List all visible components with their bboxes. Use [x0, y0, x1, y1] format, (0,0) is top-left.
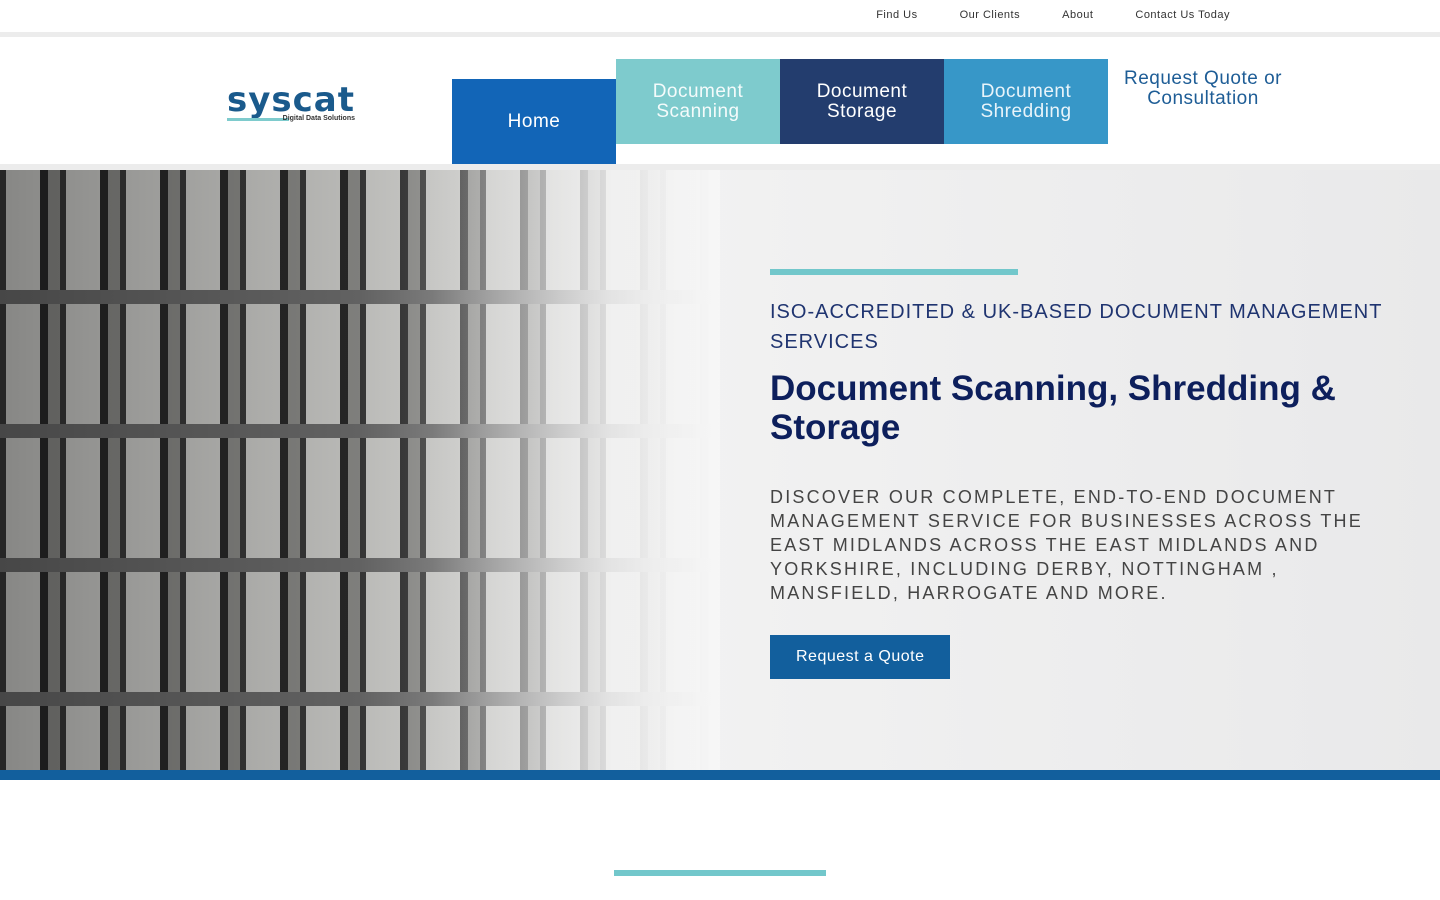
link-about[interactable]: About: [1062, 9, 1093, 21]
nav-document-storage[interactable]: Document Storage: [780, 59, 944, 144]
link-our-clients[interactable]: Our Clients: [960, 9, 1021, 21]
top-bar: Find Us Our Clients About Contact Us Tod…: [0, 0, 1440, 32]
logo-bar: [227, 118, 289, 121]
hero-archive-shelves-image: [0, 170, 720, 770]
section-accent-line: [614, 870, 826, 876]
link-contact-us[interactable]: Contact Us Today: [1135, 9, 1230, 21]
request-quote-button[interactable]: Request a Quote: [770, 635, 951, 679]
image-shade: [0, 170, 720, 770]
accent-line: [770, 269, 1018, 275]
hero-description: DISCOVER OUR COMPLETE, END-TO-END DOCUME…: [770, 487, 1363, 603]
top-links: Find Us Our Clients About Contact Us Tod…: [876, 9, 1230, 21]
main-nav: Home Document Scanning Document Storage …: [452, 59, 1298, 164]
nav-document-shredding[interactable]: Document Shredding: [944, 59, 1108, 144]
hero-eyebrow: ISO-ACCREDITED & UK-BASED DOCUMENT MANAG…: [770, 301, 1383, 353]
logo-tagline: Digital Data Solutions: [282, 115, 355, 122]
nav-request-quote[interactable]: Request Quote or Consultation: [1108, 59, 1298, 119]
link-find-us[interactable]: Find Us: [876, 9, 917, 21]
header: syscat Digital Data Solutions Home Docum…: [0, 37, 1440, 164]
nav-home[interactable]: Home: [452, 79, 616, 164]
hero: ISO-ACCREDITED & UK-BASED DOCUMENT MANAG…: [0, 170, 1440, 770]
logo[interactable]: syscat Digital Data Solutions: [227, 80, 355, 122]
nav-document-scanning[interactable]: Document Scanning: [616, 59, 780, 144]
logo-word: syscat: [227, 80, 355, 120]
hero-content: ISO-ACCREDITED & UK-BASED DOCUMENT MANAG…: [770, 269, 1400, 679]
hero-bottom-bar: [0, 770, 1440, 780]
hero-title: Document Scanning, Shredding & Storage: [770, 369, 1336, 447]
